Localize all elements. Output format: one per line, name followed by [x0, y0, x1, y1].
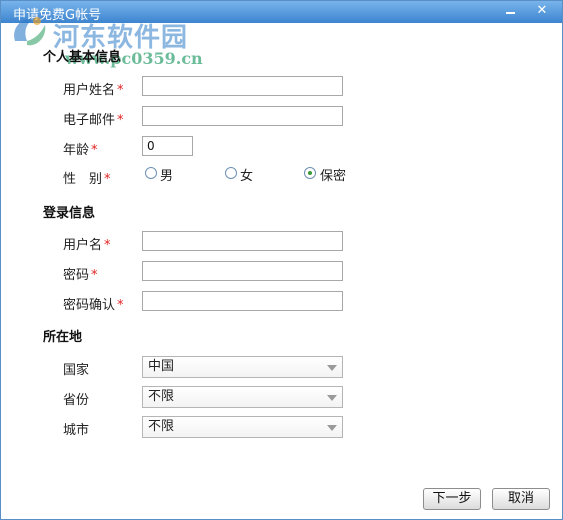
minimize-icon: [505, 11, 515, 14]
radio-button[interactable]: [145, 167, 157, 179]
close-button[interactable]: ✕: [529, 1, 555, 22]
dialog-window: 申请免费G帐号 ✕ 河东软件园 www.pc0359.cn 个人基本信息 用户姓…: [0, 0, 563, 520]
chevron-down-icon: [327, 365, 337, 371]
age-input[interactable]: 0: [142, 136, 193, 156]
province-select-value: 不限: [148, 389, 175, 404]
confirm-password-label: 密码确认 *: [63, 298, 124, 313]
required-mark: *: [117, 83, 124, 98]
radio-button[interactable]: [225, 167, 237, 179]
country-label: 国家: [63, 363, 90, 378]
minimize-button[interactable]: [497, 1, 523, 22]
cancel-button[interactable]: 取消: [492, 488, 550, 510]
password-label: 密码 *: [63, 268, 98, 283]
required-mark: *: [104, 172, 111, 187]
province-label: 省份: [63, 393, 90, 408]
account-label: 用户名 *: [63, 238, 111, 253]
username-input[interactable]: [142, 76, 343, 96]
radio-button-selected[interactable]: [304, 167, 316, 179]
required-mark: *: [117, 298, 124, 313]
city-select-value: 不限: [148, 419, 175, 434]
next-button[interactable]: 下一步: [423, 488, 481, 510]
username-label: 用户姓名 *: [63, 83, 124, 98]
city-label: 城市: [63, 423, 90, 438]
required-mark: *: [117, 113, 124, 128]
password-input[interactable]: [142, 261, 343, 281]
country-select[interactable]: 中国: [142, 356, 343, 378]
province-select[interactable]: 不限: [142, 386, 343, 408]
account-input[interactable]: [142, 231, 343, 251]
email-input[interactable]: [142, 106, 343, 126]
confirm-password-input[interactable]: [142, 291, 343, 311]
required-mark: *: [91, 143, 98, 158]
section-title-location: 所在地: [43, 330, 83, 345]
email-label: 电子邮件 *: [63, 113, 124, 128]
section-title-personal: 个人基本信息: [43, 50, 122, 65]
title-bar[interactable]: 申请免费G帐号 ✕: [1, 1, 562, 23]
required-mark: *: [104, 238, 111, 253]
required-mark: *: [91, 268, 98, 283]
gender-label: 性 别 *: [63, 172, 111, 187]
city-select[interactable]: 不限: [142, 416, 343, 438]
close-icon: ✕: [536, 3, 548, 18]
country-select-value: 中国: [148, 359, 175, 374]
section-title-login: 登录信息: [43, 206, 96, 221]
chevron-down-icon: [327, 425, 337, 431]
chevron-down-icon: [327, 395, 337, 401]
age-label: 年龄 *: [63, 143, 98, 158]
window-title: 申请免费G帐号: [13, 8, 102, 23]
